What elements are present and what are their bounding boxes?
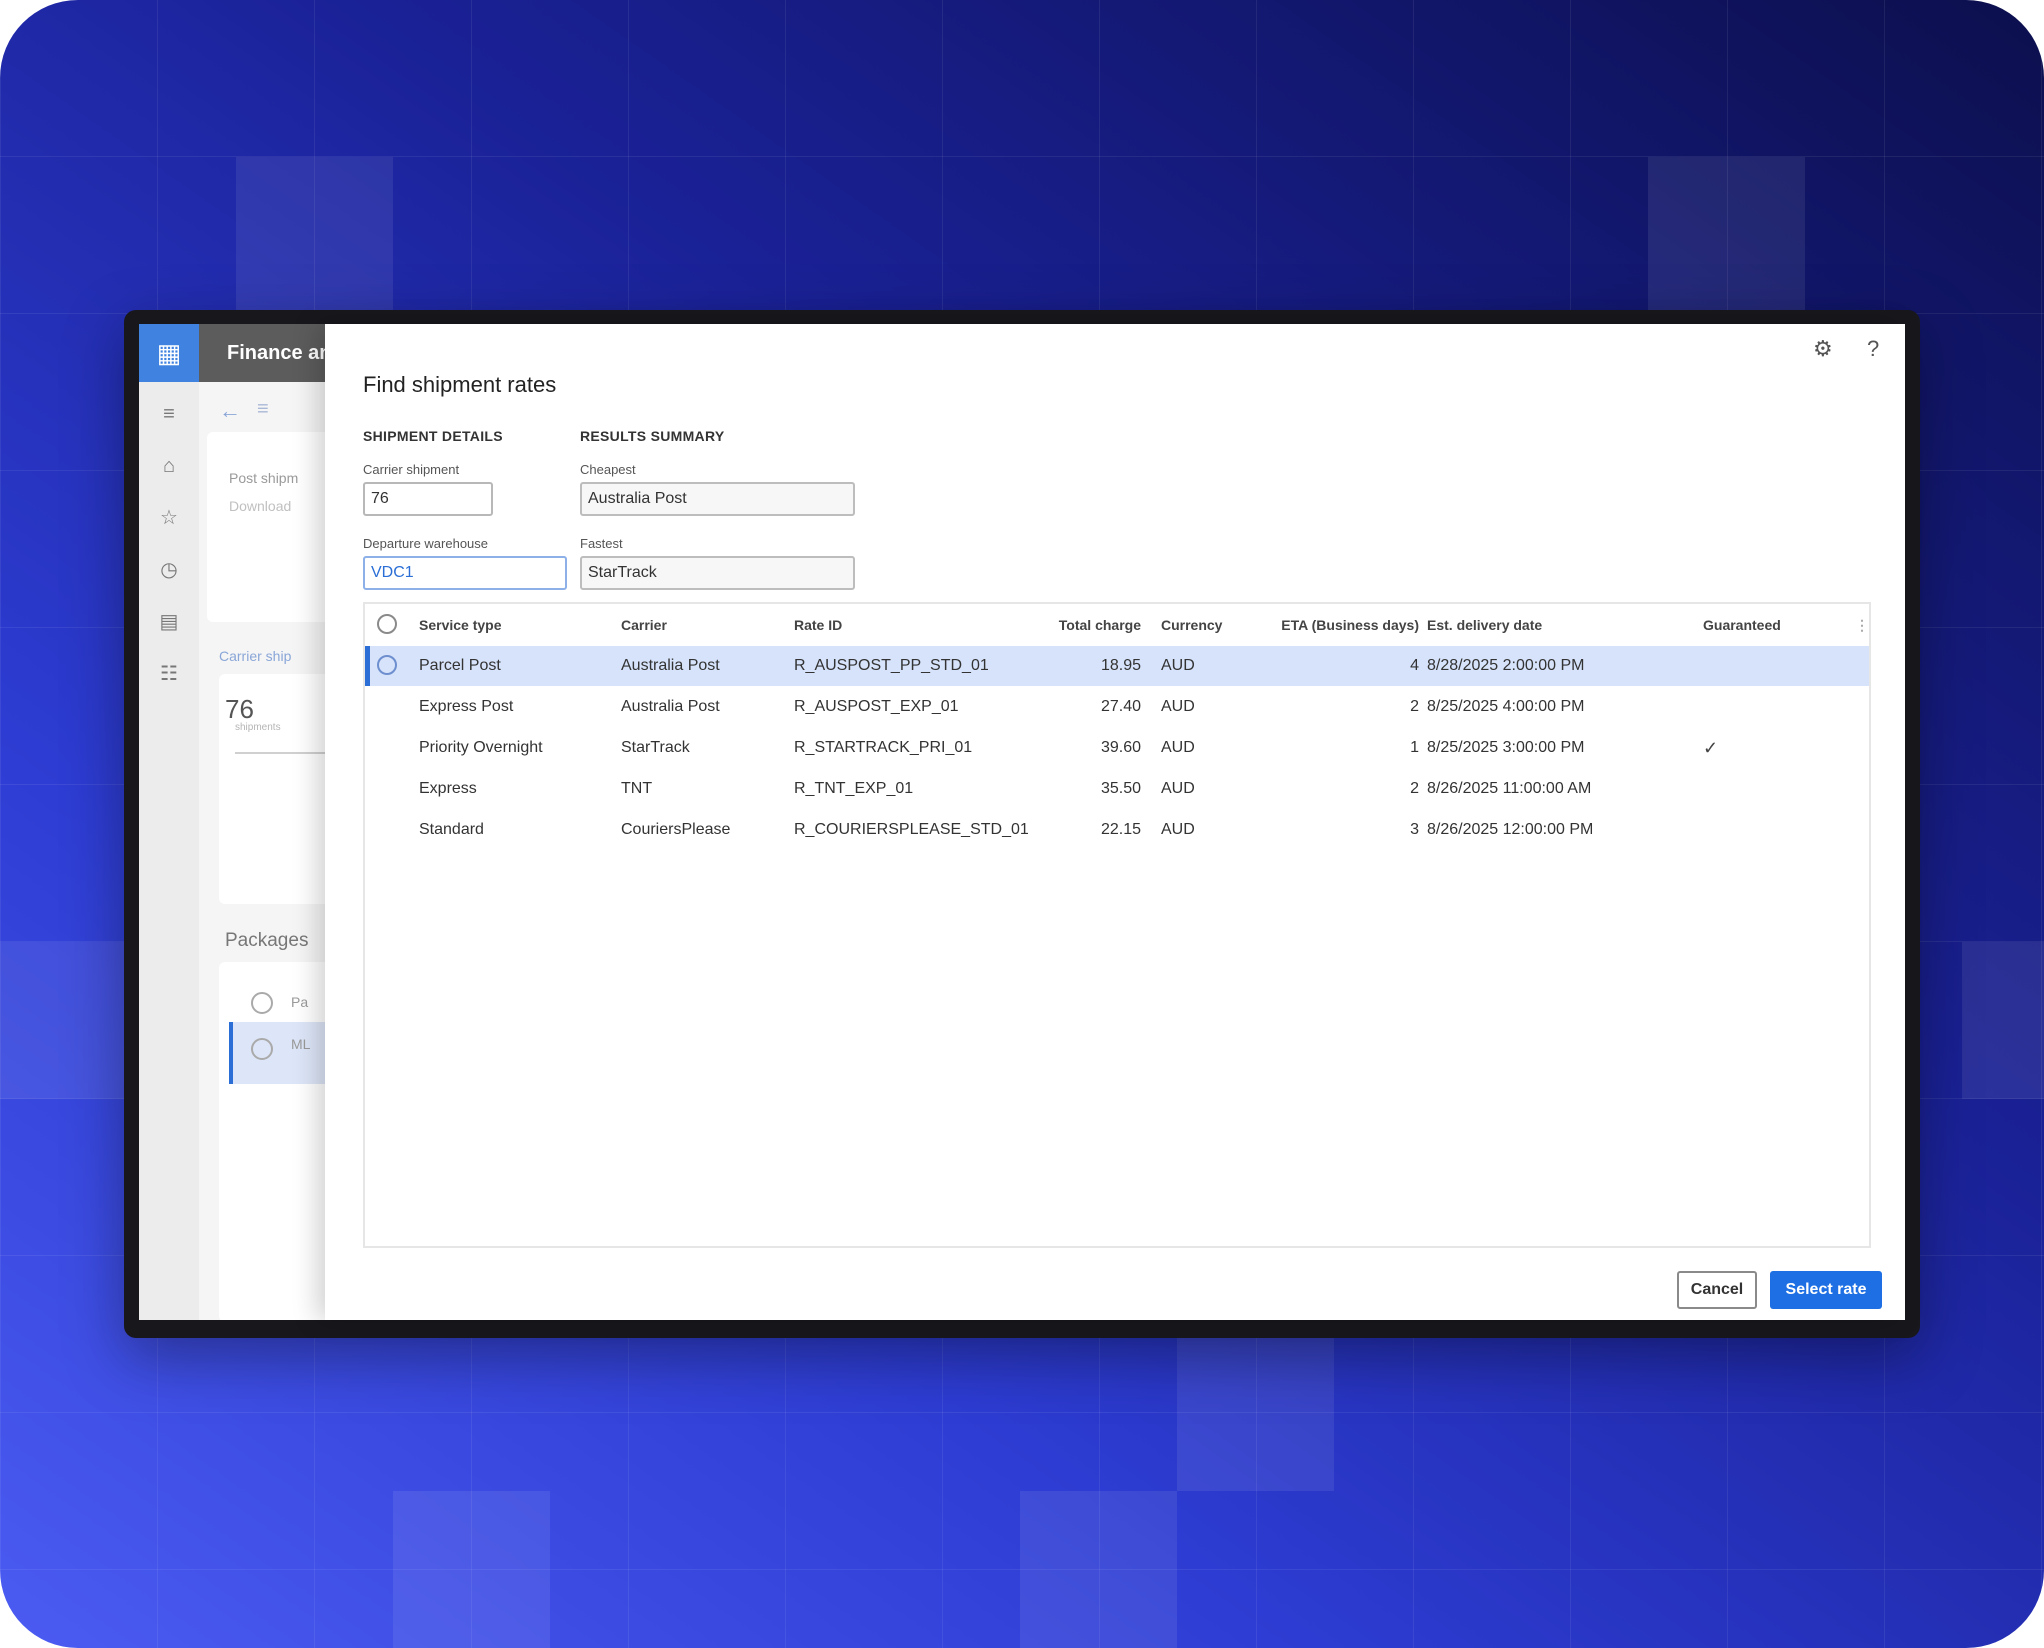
carrier-shipment-label: Carrier shipment	[363, 462, 460, 477]
table-row[interactable]: Express Post Australia Post R_AUSPOST_EXP_…	[365, 687, 1869, 727]
cheapest-field[interactable]	[580, 482, 855, 516]
dialog-title: Find shipment rates	[363, 372, 557, 397]
departure-warehouse-field[interactable]	[363, 556, 567, 590]
column-options-icon[interactable]: ⋮	[1855, 604, 1869, 644]
cell-total-charge: 22.15	[1100, 821, 1141, 838]
cell-service-type: Express	[419, 780, 477, 797]
cell-currency: AUD	[1161, 739, 1195, 756]
shipment-details-heading: SHIPMENT DETAILS	[363, 428, 503, 444]
app-launcher-icon[interactable]: ▦	[139, 324, 199, 382]
app-title: Finance an	[227, 342, 332, 364]
cell-carrier: Australia Post	[621, 657, 720, 674]
col-est-delivery-date[interactable]: Est. delivery date	[1427, 604, 1542, 644]
cell-rate-id: R_COURIERSPLEASE_STD_01	[794, 821, 1029, 838]
cell-rate-id: R_AUSPOST_PP_STD_01	[794, 657, 989, 674]
settings-icon[interactable]: ⚙	[1813, 336, 1833, 362]
cell-carrier: StarTrack	[621, 739, 690, 756]
cell-service-type: Priority Overnight	[419, 739, 543, 756]
workspaces-icon[interactable]: ▤	[157, 610, 181, 634]
results-summary-heading: RESULTS SUMMARY	[580, 428, 725, 444]
home-icon[interactable]: ⌂	[157, 454, 181, 478]
nav-rail: ≡ ⌂ ☆ ◷ ▤ ☷	[139, 382, 200, 1320]
cell-currency: AUD	[1161, 657, 1195, 674]
guaranteed-check-icon: ✓	[1703, 738, 1719, 758]
cell-service-type: Parcel Post	[419, 657, 501, 674]
fastest-field[interactable]	[580, 556, 855, 590]
menu-icon[interactable]: ≡	[157, 402, 181, 426]
cell-total-charge: 18.95	[1100, 657, 1141, 674]
favorites-icon[interactable]: ☆	[157, 506, 181, 530]
departure-warehouse-label: Departure warehouse	[363, 536, 489, 551]
grid-header: Service type Carrier Rate ID Total charg…	[365, 604, 1869, 646]
modules-icon[interactable]: ☷	[157, 662, 181, 686]
cell-rate-id: R_TNT_EXP_01	[794, 780, 914, 797]
cell-total-charge: 35.50	[1100, 780, 1141, 797]
cell-delivery-date: 8/25/2025 4:00:00 PM	[1427, 698, 1585, 715]
cell-carrier: TNT	[621, 780, 653, 797]
col-rate-id[interactable]: Rate ID	[794, 604, 842, 644]
bg-carrier-shipment-label: Carrier ship	[219, 648, 292, 664]
cell-currency: AUD	[1161, 698, 1195, 715]
cheapest-label: Cheapest	[580, 462, 636, 477]
table-row[interactable]: Priority Overnight StarTrack R_STARTRACK_P…	[365, 728, 1869, 768]
cell-eta: 2	[1410, 698, 1419, 715]
cell-eta: 3	[1410, 821, 1419, 838]
cell-delivery-date: 8/25/2025 3:00:00 PM	[1427, 739, 1585, 756]
cell-total-charge: 39.60	[1100, 739, 1141, 756]
bg-post-shipment: Post shipm	[229, 470, 299, 486]
bg-pkg-row2: ML	[291, 1036, 311, 1052]
col-eta[interactable]: ETA (Business days)	[1245, 604, 1419, 644]
bg-carrier-value: 76	[225, 694, 254, 724]
cancel-button[interactable]: Cancel	[1677, 1271, 1757, 1309]
recent-icon[interactable]: ◷	[157, 558, 181, 582]
cell-eta: 4	[1410, 657, 1419, 674]
cell-carrier: CouriersPlease	[621, 821, 731, 838]
table-row[interactable]: Standard CouriersPlease R_COURIERSPLEASE_S…	[365, 810, 1869, 850]
row-select-radio[interactable]	[377, 655, 397, 675]
col-total-charge[interactable]: Total charge	[1015, 604, 1141, 644]
table-row[interactable]: Express TNT R_TNT_EXP_01 35.50 AUD 2 8/26/2025…	[365, 769, 1869, 809]
rates-grid: Service type Carrier Rate ID Total charg…	[363, 602, 1871, 1248]
cell-service-type: Standard	[419, 821, 484, 838]
bg-radio-1[interactable]	[251, 992, 273, 1014]
table-row[interactable]: Parcel Post Australia Post R_AUSPOST_PP_ST…	[365, 646, 1869, 686]
cell-currency: AUD	[1161, 821, 1195, 838]
cell-delivery-date: 8/26/2025 11:00:00 AM	[1427, 780, 1592, 797]
find-shipment-rates-dialog: ⚙ ? Find shipment rates SHIPMENT DETAILS…	[325, 324, 1905, 1320]
bg-radio-2[interactable]	[251, 1038, 273, 1060]
cell-delivery-date: 8/26/2025 12:00:00 PM	[1427, 821, 1594, 838]
cell-total-charge: 27.40	[1100, 698, 1141, 715]
col-service-type[interactable]: Service type	[419, 604, 502, 644]
back-icon[interactable]: ←	[219, 398, 241, 424]
cell-eta: 1	[1410, 739, 1419, 756]
cell-delivery-date: 8/28/2025 2:00:00 PM	[1427, 657, 1585, 674]
select-all-radio[interactable]	[377, 614, 397, 634]
cell-currency: AUD	[1161, 780, 1195, 797]
filter-icon[interactable]: ≡	[257, 398, 269, 421]
bg-shipments: shipments	[235, 722, 281, 733]
col-carrier[interactable]: Carrier	[621, 604, 667, 644]
bg-download: Download	[229, 498, 292, 514]
select-rate-button[interactable]: Select rate	[1770, 1271, 1882, 1309]
cell-rate-id: R_AUSPOST_EXP_01	[794, 698, 959, 715]
bg-pkg-row1: Pa	[291, 994, 309, 1010]
fastest-label: Fastest	[580, 536, 623, 551]
cell-rate-id: R_STARTRACK_PRI_01	[794, 739, 973, 756]
cell-carrier: Australia Post	[621, 698, 720, 715]
cell-eta: 2	[1410, 780, 1419, 797]
col-guaranteed[interactable]: Guaranteed	[1703, 604, 1781, 644]
bg-packages: Packages	[225, 930, 309, 951]
col-currency[interactable]: Currency	[1161, 604, 1222, 644]
help-icon[interactable]: ?	[1867, 336, 1879, 362]
cell-service-type: Express Post	[419, 698, 514, 715]
carrier-shipment-field[interactable]	[363, 482, 493, 516]
